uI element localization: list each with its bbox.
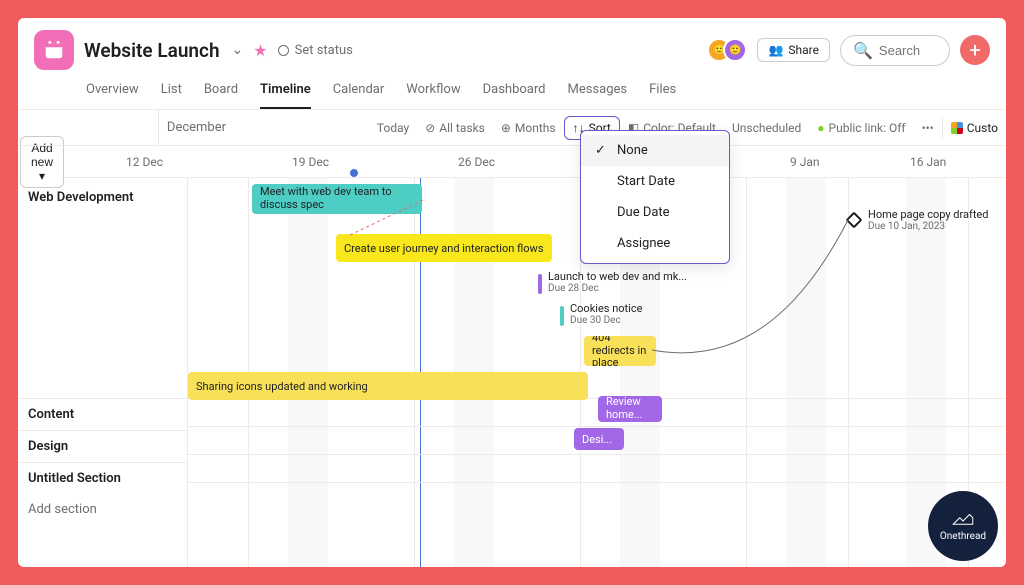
task-bar[interactable]: Meet with web dev team to discuss spec: [252, 184, 422, 214]
task-marker[interactable]: [538, 274, 542, 294]
more-button[interactable]: •••: [914, 117, 942, 139]
set-status-button[interactable]: Set status: [278, 43, 353, 58]
link-indicator-icon: ●: [817, 121, 824, 135]
task-bar[interactable]: Review home...: [598, 396, 662, 422]
sort-option-due-date[interactable]: Due Date: [581, 197, 729, 228]
onethread-badge: Onethread: [928, 491, 998, 561]
section-web-development[interactable]: Web Development: [18, 178, 187, 398]
people-icon: 👥: [768, 43, 783, 57]
search-box[interactable]: 🔍: [840, 35, 950, 66]
customize-icon: [951, 122, 963, 134]
unscheduled-button[interactable]: Unscheduled: [724, 117, 809, 139]
task-bar[interactable]: Desi...: [574, 428, 624, 450]
sort-option-start-date[interactable]: Start Date: [581, 166, 729, 197]
today-indicator-icon: [350, 169, 358, 177]
task-marker[interactable]: [560, 306, 564, 326]
date-col: 12 Dec: [122, 155, 288, 169]
member-avatars[interactable]: 🙂 🙂: [707, 38, 747, 62]
sort-menu: ✓ None Start Date Due Date Assignee: [580, 130, 730, 264]
search-icon: 🔍: [853, 41, 873, 60]
task-bar[interactable]: 404 redirects in place: [584, 336, 656, 366]
share-button[interactable]: 👥 Share: [757, 38, 830, 62]
tab-dashboard[interactable]: Dashboard: [483, 76, 546, 109]
task-bar[interactable]: Sharing icons updated and working: [188, 372, 588, 400]
badge-label: Onethread: [940, 531, 986, 542]
star-icon[interactable]: ★: [253, 41, 267, 60]
tab-calendar[interactable]: Calendar: [333, 76, 385, 109]
check-icon: ✓: [595, 143, 607, 158]
section-content[interactable]: Content: [18, 398, 187, 430]
project-tabs: Overview List Board Timeline Calendar Wo…: [18, 74, 1006, 110]
create-button[interactable]: +: [960, 35, 990, 65]
section-untitled[interactable]: Untitled Section: [18, 462, 187, 494]
share-label: Share: [788, 43, 819, 57]
filter-alltasks[interactable]: ⊘ All tasks: [417, 117, 493, 139]
project-title[interactable]: Website Launch: [84, 39, 220, 62]
tab-messages[interactable]: Messages: [567, 76, 627, 109]
public-link-button[interactable]: ● Public link: Off: [809, 117, 913, 139]
search-input[interactable]: [879, 43, 949, 58]
today-button[interactable]: Today: [369, 117, 417, 139]
status-circle-icon: [278, 45, 289, 56]
tab-files[interactable]: Files: [649, 76, 676, 109]
task-bar[interactable]: Create user journey and interaction flow…: [336, 234, 552, 262]
section-design[interactable]: Design: [18, 430, 187, 462]
circle-check-icon: ⊘: [425, 121, 435, 135]
date-headers: 12 Dec 19 Dec 26 Dec 9 Jan 16 Jan: [122, 155, 1006, 169]
sort-option-none[interactable]: ✓ None: [581, 135, 729, 166]
set-status-label: Set status: [295, 43, 353, 58]
task-label: Launch to web dev and mk... Due 28 Dec: [548, 270, 687, 295]
section-sidebar: Web Development Content Design Untitled …: [18, 178, 188, 567]
tab-timeline[interactable]: Timeline: [260, 76, 311, 109]
date-col: 16 Jan: [906, 155, 1006, 169]
project-icon[interactable]: [34, 30, 74, 70]
zoom-months[interactable]: ⊕ Months: [493, 117, 564, 139]
tab-workflow[interactable]: Workflow: [406, 76, 460, 109]
milestone-label: Home page copy drafted Due 10 Jan, 2023: [868, 208, 988, 233]
tab-list[interactable]: List: [161, 76, 182, 109]
task-label: Cookies notice Due 30 Dec: [570, 302, 642, 327]
magnify-icon: ⊕: [501, 121, 511, 135]
add-section-button[interactable]: Add section: [18, 494, 187, 525]
date-col: 9 Jan: [786, 155, 906, 169]
date-col: 19 Dec: [288, 155, 454, 169]
avatar[interactable]: 🙂: [723, 38, 747, 62]
tab-overview[interactable]: Overview: [86, 76, 139, 109]
customize-button[interactable]: Custo: [942, 117, 1006, 139]
chevron-down-icon[interactable]: ⌄: [232, 42, 244, 58]
month-label: December: [159, 120, 369, 135]
tab-board[interactable]: Board: [204, 76, 238, 109]
sort-option-assignee[interactable]: Assignee: [581, 228, 729, 259]
